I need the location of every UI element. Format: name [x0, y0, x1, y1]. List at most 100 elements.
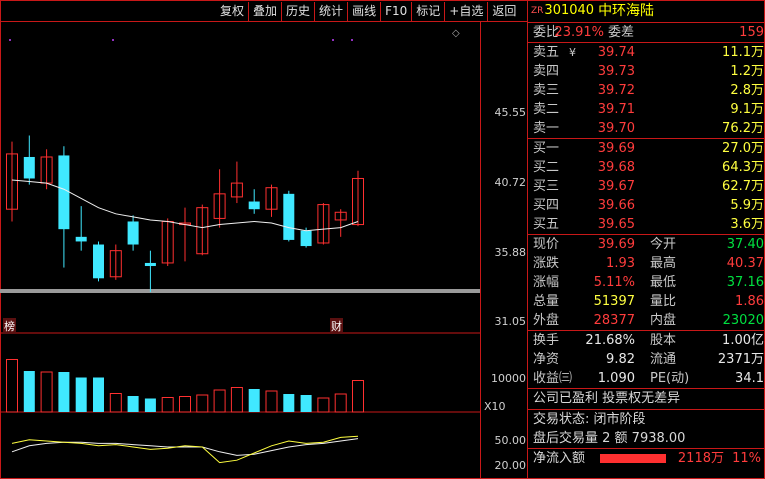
toolbar-button-4[interactable]: 画线 — [347, 2, 380, 21]
trade-status: 交易状态: 闭市阶段 — [533, 412, 646, 427]
stat-value: 39.69 — [597, 237, 635, 252]
stat-label: 股本 — [650, 333, 677, 348]
ask-price: 39.70 — [597, 121, 635, 136]
diff-value: 159 — [739, 25, 764, 40]
quote-header: ZR 301040 中环海陆 — [528, 0, 764, 23]
volume-bar — [40, 371, 53, 413]
stat-label: PE(动) — [650, 371, 690, 386]
stat-row: 总量 51397 量比 1.86 — [528, 292, 764, 311]
kline-chart[interactable]: ◇ — [0, 22, 480, 479]
indicator-tick-1: 50.00 — [494, 434, 527, 447]
toolbar-button-3[interactable]: 统计 — [314, 2, 347, 21]
stat-row: 外盘 28377 内盘 23020 — [528, 311, 764, 330]
stat-value: 23020 — [722, 313, 764, 328]
volume-bar — [213, 389, 226, 413]
bid-label: 买五 — [533, 217, 560, 232]
stock-code: 301040 — [544, 3, 595, 18]
finance-marker[interactable]: 财 — [330, 318, 343, 334]
stat-label: 量比 — [650, 294, 677, 309]
stat-label: 涨幅 — [533, 275, 560, 290]
ask-label: 卖三 — [533, 83, 560, 98]
stat-value: 5.11% — [593, 275, 635, 290]
volume-tick: 10000 — [491, 372, 526, 385]
stat-value: 37.40 — [726, 237, 764, 252]
toolbar-button-7[interactable]: +自选 — [444, 2, 487, 21]
stat-label: 净资 — [533, 352, 560, 367]
indicator-tick-2: 20.00 — [494, 459, 527, 472]
net-inflow-bar — [600, 454, 666, 463]
candle-body — [248, 201, 260, 210]
stat-label: 总量 — [533, 294, 560, 309]
price-stats: 现价 39.69 今开 37.40 涨跌 1.93 最高 40.37 涨幅 5.11% 最低 37.1… — [528, 235, 764, 331]
stat-value: 37.16 — [726, 275, 764, 290]
toolbar-button-8[interactable]: 返回 — [487, 2, 520, 21]
company-stat-row: 收益㈢ 1.090 PE(动) 34.1 — [528, 369, 764, 388]
net-inflow-amount: 2118万 — [677, 451, 724, 466]
candle-body — [93, 244, 104, 279]
stat-row: 涨幅 5.11% 最低 37.16 — [528, 273, 764, 292]
stat-label: 外盘 — [533, 313, 560, 328]
ask-row[interactable]: 卖一 39.70 76.2万 — [528, 119, 764, 138]
toolbar-button-2[interactable]: 历史 — [281, 2, 314, 21]
toolbar-button-1[interactable]: 叠加 — [248, 2, 281, 21]
volume-bar — [248, 389, 260, 412]
ratio-value: 23.91% — [554, 25, 604, 40]
bid-volume: 3.6万 — [730, 217, 764, 232]
ask-volume: 11.1万 — [722, 45, 764, 60]
stat-value: 34.1 — [735, 371, 764, 386]
stat-value: 9.82 — [606, 352, 635, 367]
bid-row[interactable]: 买二 39.68 64.3万 — [528, 158, 764, 177]
net-inflow-row: 净流入额 2118万 11% — [528, 449, 764, 468]
volume-bar — [93, 377, 104, 412]
toolbar-button-5[interactable]: F10 — [380, 2, 411, 21]
bid-volume: 27.0万 — [722, 141, 764, 156]
bid-label: 买一 — [533, 141, 560, 156]
ask-label: 卖一 — [533, 121, 560, 136]
volume-bar — [317, 397, 330, 413]
price-tick-4: 31.05 — [494, 315, 527, 328]
kline-chart-area[interactable]: ◇ — [0, 22, 527, 479]
ask-row[interactable]: 卖二 39.71 9.1万 — [528, 100, 764, 119]
stat-row: 涨跌 1.93 最高 40.37 — [528, 254, 764, 273]
stat-value: 1.86 — [735, 294, 764, 309]
ask-row[interactable]: 卖五 ¥39.74 11.1万 — [528, 43, 764, 62]
zr-badge: ZR — [531, 6, 544, 16]
ask-label: 卖四 — [533, 64, 560, 79]
ask-price: 39.72 — [597, 83, 635, 98]
bid-price: 39.69 — [597, 141, 635, 156]
stat-label: 最低 — [650, 275, 677, 290]
volume-bar — [283, 394, 295, 412]
price-tick-2: 40.72 — [494, 176, 527, 189]
stock-name: 中环海陆 — [598, 3, 655, 19]
toolbar-button-0[interactable]: 复权 — [216, 2, 248, 21]
bid-price: 39.66 — [597, 198, 635, 213]
diff-label: 委差 — [608, 25, 635, 40]
bid-row[interactable]: 买三 39.67 62.7万 — [528, 177, 764, 196]
volume-bar — [75, 377, 87, 412]
ask-row[interactable]: 卖三 39.72 2.8万 — [528, 81, 764, 100]
ask-row[interactable]: 卖四 39.73 1.2万 — [528, 62, 764, 81]
stat-label: 最高 — [650, 256, 677, 271]
toolbar: 复权 叠加 历史 统计 画线 F10 标记 +自选 返回 — [216, 2, 520, 21]
event-dot — [351, 39, 353, 41]
toolbar-button-6[interactable]: 标记 — [411, 2, 444, 21]
stat-row: 现价 39.69 今开 37.40 — [528, 235, 764, 254]
bid-label: 买二 — [533, 160, 560, 175]
bid-row[interactable]: 买一 39.69 27.0万 — [528, 139, 764, 158]
bid-price: 39.67 — [597, 179, 635, 194]
ask-volume: 1.2万 — [730, 64, 764, 79]
ask-volume: 9.1万 — [730, 102, 764, 117]
volume-bar — [230, 387, 243, 413]
price-pane-separator — [0, 289, 480, 293]
list-marker[interactable]: 榜 — [3, 318, 16, 334]
bid-row[interactable]: 买五 39.65 3.6万 — [528, 215, 764, 234]
bid-volume: 5.9万 — [730, 198, 764, 213]
bid-levels: 买一 39.69 27.0万 买二 39.68 64.3万 买三 39.67 62.7万 买四 39… — [528, 139, 764, 235]
event-dot — [112, 39, 114, 41]
settings-icon: ◇ — [452, 28, 460, 39]
bid-row[interactable]: 买四 39.66 5.9万 — [528, 196, 764, 215]
event-dot — [9, 39, 11, 41]
bid-label: 买三 — [533, 179, 560, 194]
net-inflow-pct: 11% — [732, 451, 761, 466]
ask-volume: 76.2万 — [722, 121, 764, 136]
